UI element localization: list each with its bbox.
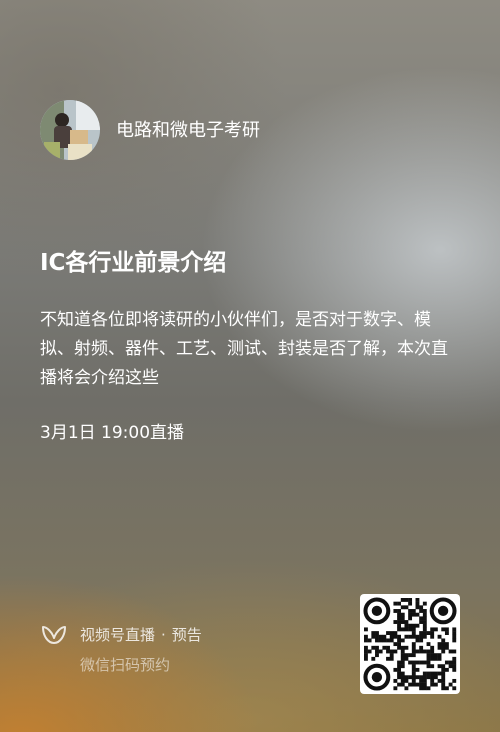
preview-label: 预告 <box>171 626 202 644</box>
separator-dot: · <box>161 626 166 644</box>
qr-finder-pattern <box>363 663 391 691</box>
qr-code-icon <box>363 597 457 691</box>
live-preview-card: 电路和微电子考研 IC各行业前景介绍 不知道各位即将读研的小伙伴们，是否对于数字… <box>0 0 500 732</box>
post-description: 不知道各位即将读研的小伙伴们，是否对于数字、模拟、射频、器件、工艺、测试、封装是… <box>40 310 448 388</box>
qr-code[interactable] <box>360 594 460 694</box>
account-name[interactable]: 电路和微电子考研 <box>116 118 260 144</box>
live-schedule: 3月1日 19:00直播 <box>40 423 185 443</box>
profile-photo-icon <box>40 100 100 160</box>
qr-finder-pattern <box>429 597 457 625</box>
scan-hint: 微信扫码预约 <box>80 656 171 674</box>
channels-butterfly-icon <box>42 626 66 644</box>
account-avatar[interactable] <box>40 100 100 160</box>
channel-label: 视频号直播 <box>80 626 156 644</box>
qr-finder-pattern <box>363 597 391 625</box>
channel-live-label: 视频号直播 · 预告 <box>80 624 202 646</box>
post-title: IC各行业前景介绍 <box>40 250 227 276</box>
